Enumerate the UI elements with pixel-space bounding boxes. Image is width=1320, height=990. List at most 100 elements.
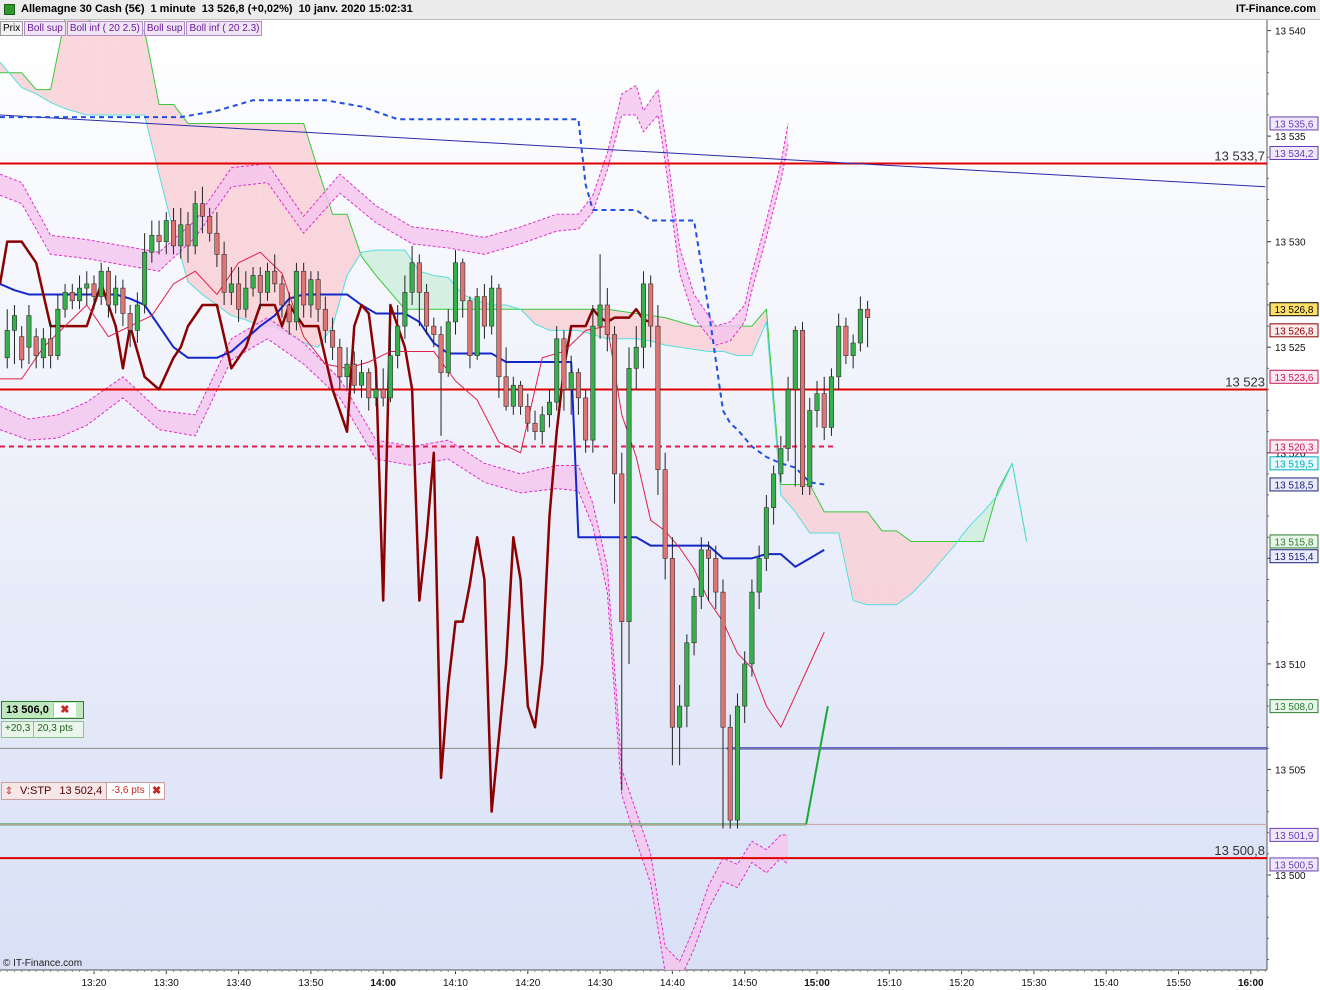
- candle-body: [286, 304, 292, 323]
- candle-body: [792, 330, 798, 390]
- timeframe-label[interactable]: 1 minute: [151, 3, 196, 15]
- instrument-name: Allemagne 30 Cash (5€): [21, 3, 145, 15]
- legend-item-boll-inf-2[interactable]: Boll inf ( 20 2.3): [186, 21, 263, 36]
- x-tick-label: 14:50: [732, 978, 757, 989]
- candle-body: [265, 270, 271, 293]
- chart-window: Allemagne 30 Cash (5€) 1 minute 13 526,8…: [0, 0, 1320, 990]
- candle-body: [481, 296, 487, 327]
- candle-body: [857, 308, 863, 344]
- candle-body: [19, 336, 25, 361]
- candle-body: [120, 287, 126, 314]
- legend-item-prix[interactable]: Prix: [0, 21, 24, 36]
- price-tag-label: 13 534,2: [1275, 149, 1314, 160]
- y-tick-label: 13 505: [1275, 765, 1306, 776]
- candle-body: [684, 642, 690, 707]
- cloud-segment: [896, 530, 911, 605]
- candle-body: [257, 275, 263, 293]
- cloud-segment: [737, 326, 752, 356]
- drag-handle-icon[interactable]: ⇕: [2, 786, 16, 797]
- candle-body: [640, 283, 646, 348]
- y-axis-panel: [1267, 20, 1320, 990]
- entry-price-box[interactable]: 13 506,0 ✖: [1, 701, 84, 719]
- candle-body: [228, 283, 234, 293]
- candle-body: [742, 663, 748, 707]
- cloud-segment: [130, 30, 145, 115]
- candle-body: [850, 342, 856, 356]
- candle-body: [279, 283, 285, 306]
- legend-item-boll-sup-1[interactable]: Boll sup: [24, 21, 66, 36]
- candle-body: [272, 270, 278, 285]
- x-tick-label: 13:20: [81, 978, 106, 989]
- gain-points: 20,3 pts: [33, 722, 76, 737]
- candle-body: [395, 325, 401, 356]
- candle-body: [467, 300, 473, 356]
- x-tick-label: 15:20: [949, 978, 974, 989]
- candle-body: [828, 376, 834, 428]
- candle-body: [503, 376, 509, 407]
- candle-body: [438, 334, 444, 373]
- candle-body: [619, 473, 625, 622]
- price-tag-label: 13 526,8: [1275, 326, 1314, 337]
- x-tick-label: 14:00: [370, 978, 396, 989]
- close-icon[interactable]: ✖: [148, 784, 164, 798]
- y-tick-label: 13 510: [1275, 660, 1306, 671]
- cloud-segment: [101, 30, 116, 115]
- price-tag-label: 13 515,4: [1275, 552, 1314, 563]
- candle-body: [214, 232, 220, 255]
- candle-body: [409, 262, 415, 293]
- candle-body: [84, 283, 90, 289]
- candle-body: [771, 473, 777, 508]
- candle-body: [424, 292, 430, 327]
- candle-body: [178, 224, 184, 247]
- candle-body: [315, 279, 321, 310]
- candle-body: [452, 262, 458, 323]
- title-bar: Allemagne 30 Cash (5€) 1 minute 13 526,8…: [0, 0, 1320, 20]
- candle-body: [113, 287, 119, 306]
- legend-item-boll-inf-1[interactable]: Boll inf ( 20 2.5): [66, 21, 143, 36]
- candle-body: [33, 336, 39, 356]
- candle-body: [626, 368, 632, 622]
- datetime-label: 10 janv. 2020 15:02:31: [298, 3, 413, 15]
- candle-body: [4, 330, 10, 359]
- candle-body: [322, 308, 328, 331]
- candle-body: [821, 393, 827, 428]
- green-square-icon[interactable]: [4, 3, 15, 15]
- candle-body: [648, 283, 654, 327]
- candle-body: [510, 384, 516, 407]
- price-tag-label: 13 535,6: [1275, 119, 1314, 130]
- price-chart[interactable]: 13 533,7 13 523 13 500,8 13 540 13 535 13 530…: [0, 20, 1320, 990]
- candle-body: [344, 363, 350, 378]
- y-tick-label: 13 535: [1275, 132, 1306, 143]
- candle-body: [539, 414, 545, 432]
- stop-order-panel[interactable]: ⇕ V:STP 13 502,4 -3,6 pts ✖: [1, 782, 165, 800]
- cloud-segment: [115, 30, 131, 115]
- candle-body: [583, 397, 589, 441]
- candle-body: [308, 279, 314, 306]
- candle-body: [865, 308, 871, 318]
- candle-body: [532, 422, 538, 432]
- cloud-segment: [882, 530, 897, 605]
- x-tick-label: 13:30: [154, 978, 179, 989]
- candle-body: [763, 507, 769, 559]
- candle-body: [807, 410, 813, 487]
- candle-body: [525, 406, 531, 424]
- x-tick-label: 13:50: [298, 978, 323, 989]
- candle-body: [445, 321, 451, 373]
- legend-item-boll-sup-2[interactable]: Boll sup: [143, 21, 186, 36]
- candle-body: [713, 558, 719, 593]
- candle-body: [720, 591, 726, 728]
- candle-body: [749, 591, 755, 665]
- x-tick-label: 14:30: [588, 978, 613, 989]
- close-icon[interactable]: ✖: [52, 703, 76, 717]
- watermark-text: © IT-Finance.com: [3, 958, 83, 969]
- candle-body: [778, 448, 784, 475]
- x-tick-label: 15:00: [804, 978, 830, 989]
- candle-body: [518, 384, 524, 407]
- quote-label: 13 526,8 (+0,02%): [201, 3, 293, 15]
- y-tick-label: 13 500: [1275, 871, 1306, 882]
- price-tag-label: 13 520,3: [1275, 442, 1314, 453]
- candle-body: [351, 363, 357, 386]
- candle-body: [568, 372, 574, 390]
- x-tick-label: 14:20: [515, 978, 540, 989]
- candle-body: [171, 220, 177, 247]
